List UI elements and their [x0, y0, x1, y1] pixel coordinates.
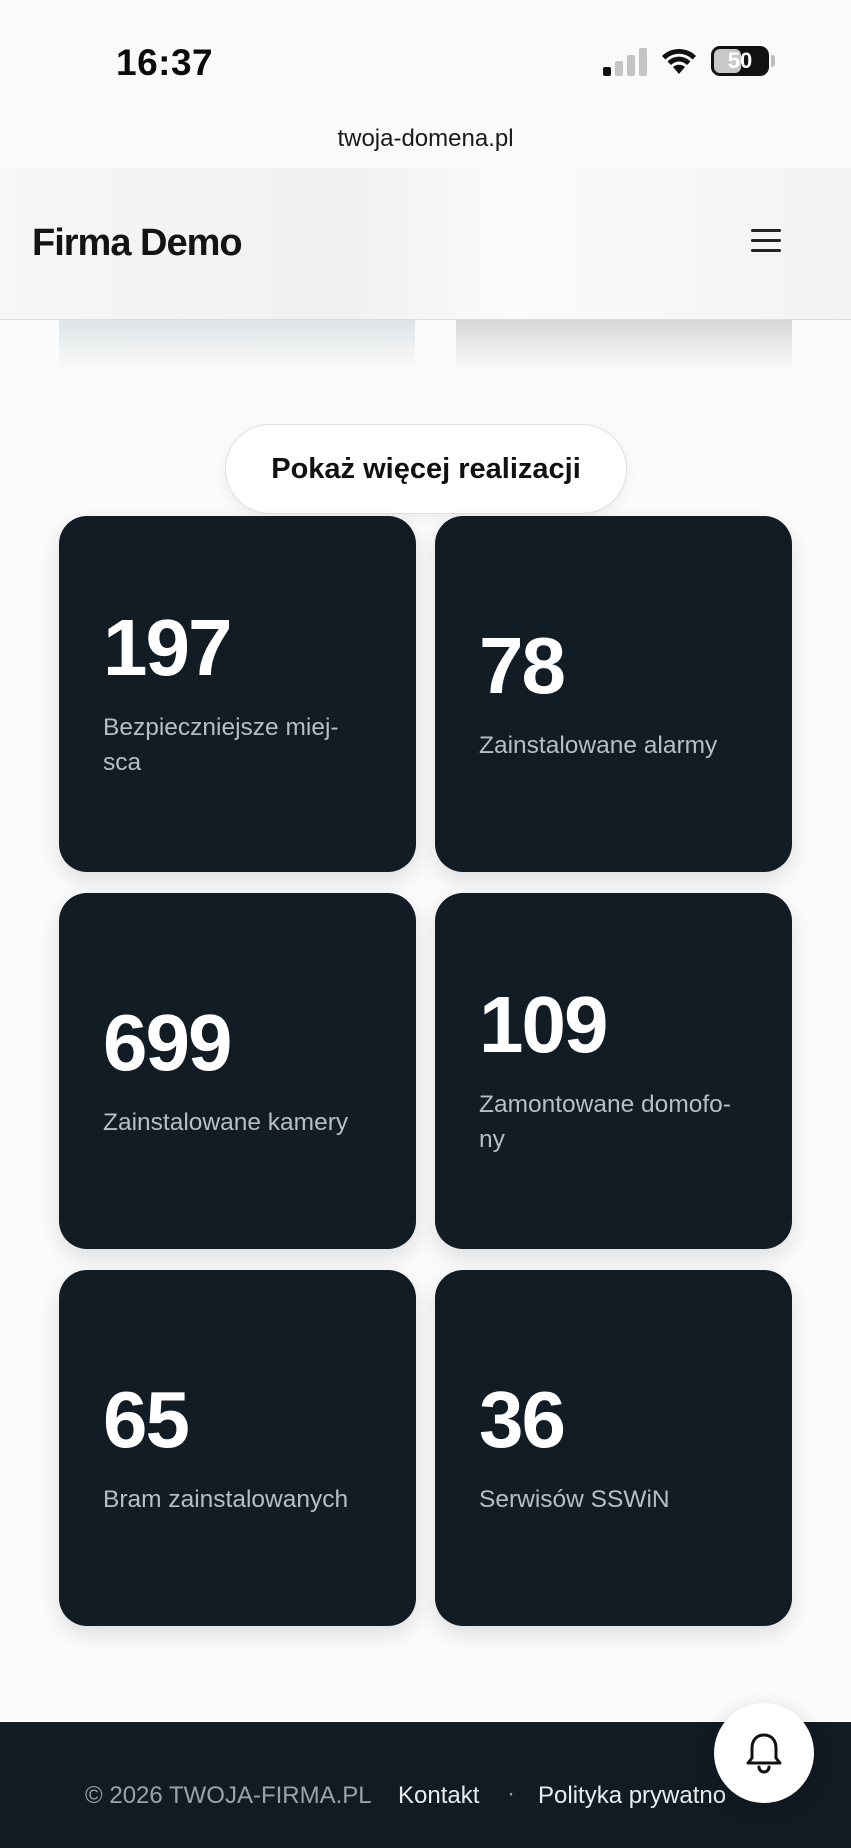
- gallery-image[interactable]: [456, 320, 792, 372]
- footer-privacy-link[interactable]: Polityka prywatno: [538, 1782, 726, 1810]
- footer-copyright: © 2026 TWOJA-FIRMA.PL: [85, 1782, 372, 1809]
- stat-label: Zainstalowane kamery: [103, 1108, 349, 1136]
- stat-card: 65 Bram zainstalowanych: [59, 1270, 416, 1626]
- wifi-icon: [662, 48, 696, 74]
- stat-card: 109 Zamontowane domofo-ny: [435, 893, 792, 1249]
- site-header: Firma Demo: [0, 168, 851, 320]
- cellular-signal-icon: [603, 48, 647, 76]
- site-logo[interactable]: Firma Demo: [32, 222, 243, 265]
- battery-tip: [771, 55, 775, 67]
- stat-card: 699 Zainstalowane kamery: [59, 893, 416, 1249]
- stat-card: 36 Serwisów SSWiN: [435, 1270, 792, 1626]
- stat-label: Bezpieczniejsze miej-sca: [103, 714, 339, 776]
- stat-value: 699: [103, 997, 232, 1087]
- stat-value: 36: [479, 1374, 566, 1464]
- battery-icon: 50: [711, 46, 769, 76]
- address-bar[interactable]: twoja-domena.pl: [0, 110, 851, 168]
- show-more-projects-button[interactable]: Pokaż więcej realizacji: [225, 424, 627, 514]
- stat-label: Zainstalowane alarmy: [479, 731, 718, 759]
- bell-icon: [746, 1733, 782, 1774]
- gallery-image[interactable]: [59, 320, 415, 372]
- stat-value: 65: [103, 1374, 190, 1464]
- footer-separator: ·: [507, 1780, 515, 1807]
- status-time: 16:37: [116, 42, 214, 83]
- stat-label: Serwisów SSWiN: [479, 1485, 670, 1513]
- status-bar: 16:37 50: [0, 0, 851, 110]
- stat-label: Zamontowane domofo-ny: [479, 1091, 731, 1153]
- stat-value: 197: [103, 603, 232, 692]
- stat-card: 197 Bezpieczniejsze miej-sca: [59, 516, 416, 872]
- footer-contact-link[interactable]: Kontakt: [398, 1782, 479, 1810]
- stat-value: 78: [479, 620, 566, 710]
- stat-label: Bram zainstalowanych: [103, 1485, 349, 1513]
- stat-value: 109: [479, 980, 608, 1069]
- url-text: twoja-domena.pl: [337, 125, 514, 152]
- stat-card: 78 Zainstalowane alarmy: [435, 516, 792, 872]
- hamburger-menu-icon[interactable]: [748, 226, 784, 256]
- notification-button[interactable]: [714, 1703, 814, 1803]
- battery-level: 50: [727, 48, 753, 73]
